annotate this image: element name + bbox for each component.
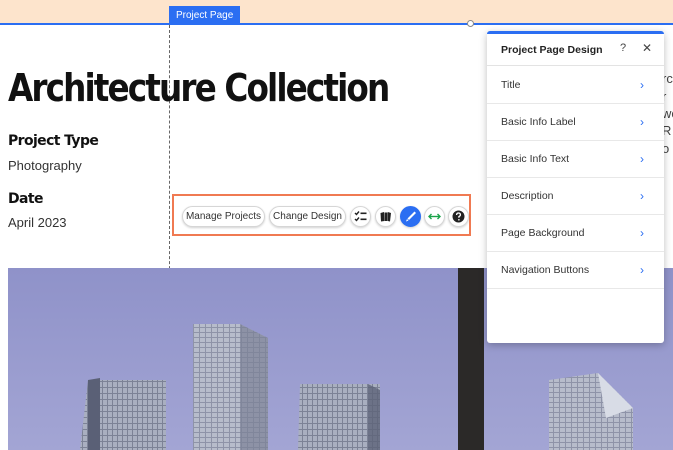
- help-icon[interactable]: [448, 206, 469, 227]
- panel-item-title[interactable]: Title ›: [487, 67, 664, 104]
- panel-item-label: Navigation Buttons: [501, 264, 590, 276]
- panel-item-basic-info-label[interactable]: Basic Info Label ›: [487, 104, 664, 141]
- chevron-right-icon: ›: [640, 226, 644, 240]
- checklist-icon[interactable]: [350, 206, 371, 227]
- page-title[interactable]: Architecture Collection: [8, 66, 390, 110]
- panel-header: Project Page Design ? ✕: [487, 34, 664, 66]
- chevron-right-icon: ›: [640, 115, 644, 129]
- element-toolbar: Manage Projects Change Design: [172, 194, 471, 236]
- layouts-icon[interactable]: [375, 206, 396, 227]
- project-type-label: Project Type: [8, 133, 99, 149]
- panel-item-label: Page Background: [501, 227, 585, 239]
- panel-item-page-background[interactable]: Page Background ›: [487, 215, 664, 252]
- panel-item-navigation-buttons[interactable]: Navigation Buttons ›: [487, 252, 664, 289]
- resize-handle[interactable]: [467, 20, 474, 27]
- panel-item-label: Title: [501, 79, 521, 91]
- project-page-design-panel: Project Page Design ? ✕ Title › Basic In…: [487, 31, 664, 343]
- brush-icon[interactable]: [400, 206, 421, 227]
- project-type-value: Photography: [8, 158, 82, 173]
- panel-item-label: Basic Info Label: [501, 116, 576, 128]
- date-label: Date: [8, 191, 43, 207]
- panel-item-description[interactable]: Description ›: [487, 178, 664, 215]
- panel-title: Project Page Design: [501, 44, 603, 56]
- page-tag[interactable]: Project Page: [169, 6, 241, 25]
- panel-item-label: Description: [501, 190, 554, 202]
- chevron-right-icon: ›: [640, 189, 644, 203]
- stretch-icon[interactable]: [424, 206, 445, 227]
- panel-item-label: Basic Info Text: [501, 153, 570, 165]
- chevron-right-icon: ›: [640, 152, 644, 166]
- help-icon[interactable]: ?: [620, 42, 626, 54]
- change-design-button[interactable]: Change Design: [269, 206, 346, 227]
- panel-item-basic-info-text[interactable]: Basic Info Text ›: [487, 141, 664, 178]
- date-value: April 2023: [8, 215, 67, 230]
- selection-outline: [0, 23, 673, 25]
- chevron-right-icon: ›: [640, 263, 644, 277]
- manage-projects-button[interactable]: Manage Projects: [182, 206, 265, 227]
- close-icon[interactable]: ✕: [642, 41, 652, 55]
- header-strip: [0, 0, 673, 24]
- chevron-right-icon: ›: [640, 78, 644, 92]
